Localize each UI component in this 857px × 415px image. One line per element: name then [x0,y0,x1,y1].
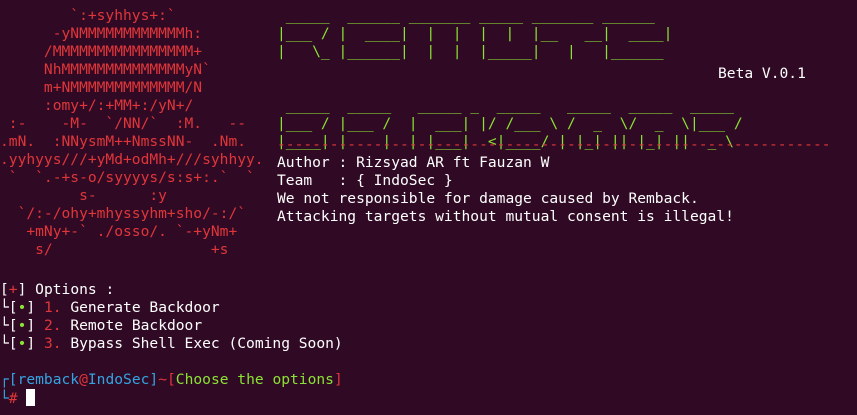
version-label: Beta V.0.1 [718,65,806,82]
option-label: Generate Backdoor [70,299,220,316]
banner-remote-text: _____ ______ _______ _____ _______ _____… [277,7,743,150]
info-block: Author : Rizsyad AR ft Fauzan W Team : {… [277,154,734,226]
option-item-2[interactable]: └[•] 2. Remote Backdoor [0,317,343,335]
prompt-input-line[interactable]: └# [0,389,343,407]
shell-prompt: ┌[remback@IndoSec]~[Choose the options] … [0,371,343,407]
prompt-host: IndoSec [87,371,150,388]
prompt-symbol: # [8,390,18,407]
banner-divider: ----------------------------------------… [277,136,831,153]
option-number: 2. [43,317,62,334]
option-item-1[interactable]: └[•] 1. Generate Backdoor [0,299,343,317]
options-header: [+] Options : [0,281,115,298]
options-menu: [+] Options : └[•] 1. Generate Backdoor … [0,281,343,353]
remback-banner-ascii-art: _____ ______ _______ _____ _______ _____… [277,7,743,151]
option-number: 3. [43,335,62,352]
prompt-header: ┌[remback@IndoSec]~[Choose the options] [0,371,343,388]
terminal-window[interactable]: `:+syhhys+:` -yNMMMMMMMMMMMMh: /MMMMMMMM… [0,0,857,415]
disclaimer-line: We not responsible for damage caused by … [277,190,699,207]
author-line: Author : Rizsyad AR ft Fauzan W [277,154,550,171]
text-cursor[interactable] [26,389,36,406]
options-header-label: Options : [26,281,115,298]
option-label: Remote Backdoor [70,317,203,334]
prompt-tilde: ~ [158,371,167,388]
warning-line: Attacking targets without mutual consent… [277,208,734,225]
prompt-user: remback [17,371,80,388]
skull-ascii-art: `:+syhhys+:` -yNMMMMMMMMMMMMh: /MMMMMMMM… [0,7,264,258]
option-label: Bypass Shell Exec (Coming Soon) [70,335,343,352]
options-header-mark: + [8,281,18,298]
prompt-message: Choose the options [175,371,334,388]
prompt-at: @ [79,371,88,388]
team-line: Team : { IndoSec } [277,172,453,189]
option-item-3[interactable]: └[•] 3. Bypass Shell Exec (Coming Soon) [0,335,343,353]
option-number: 1. [43,299,62,316]
